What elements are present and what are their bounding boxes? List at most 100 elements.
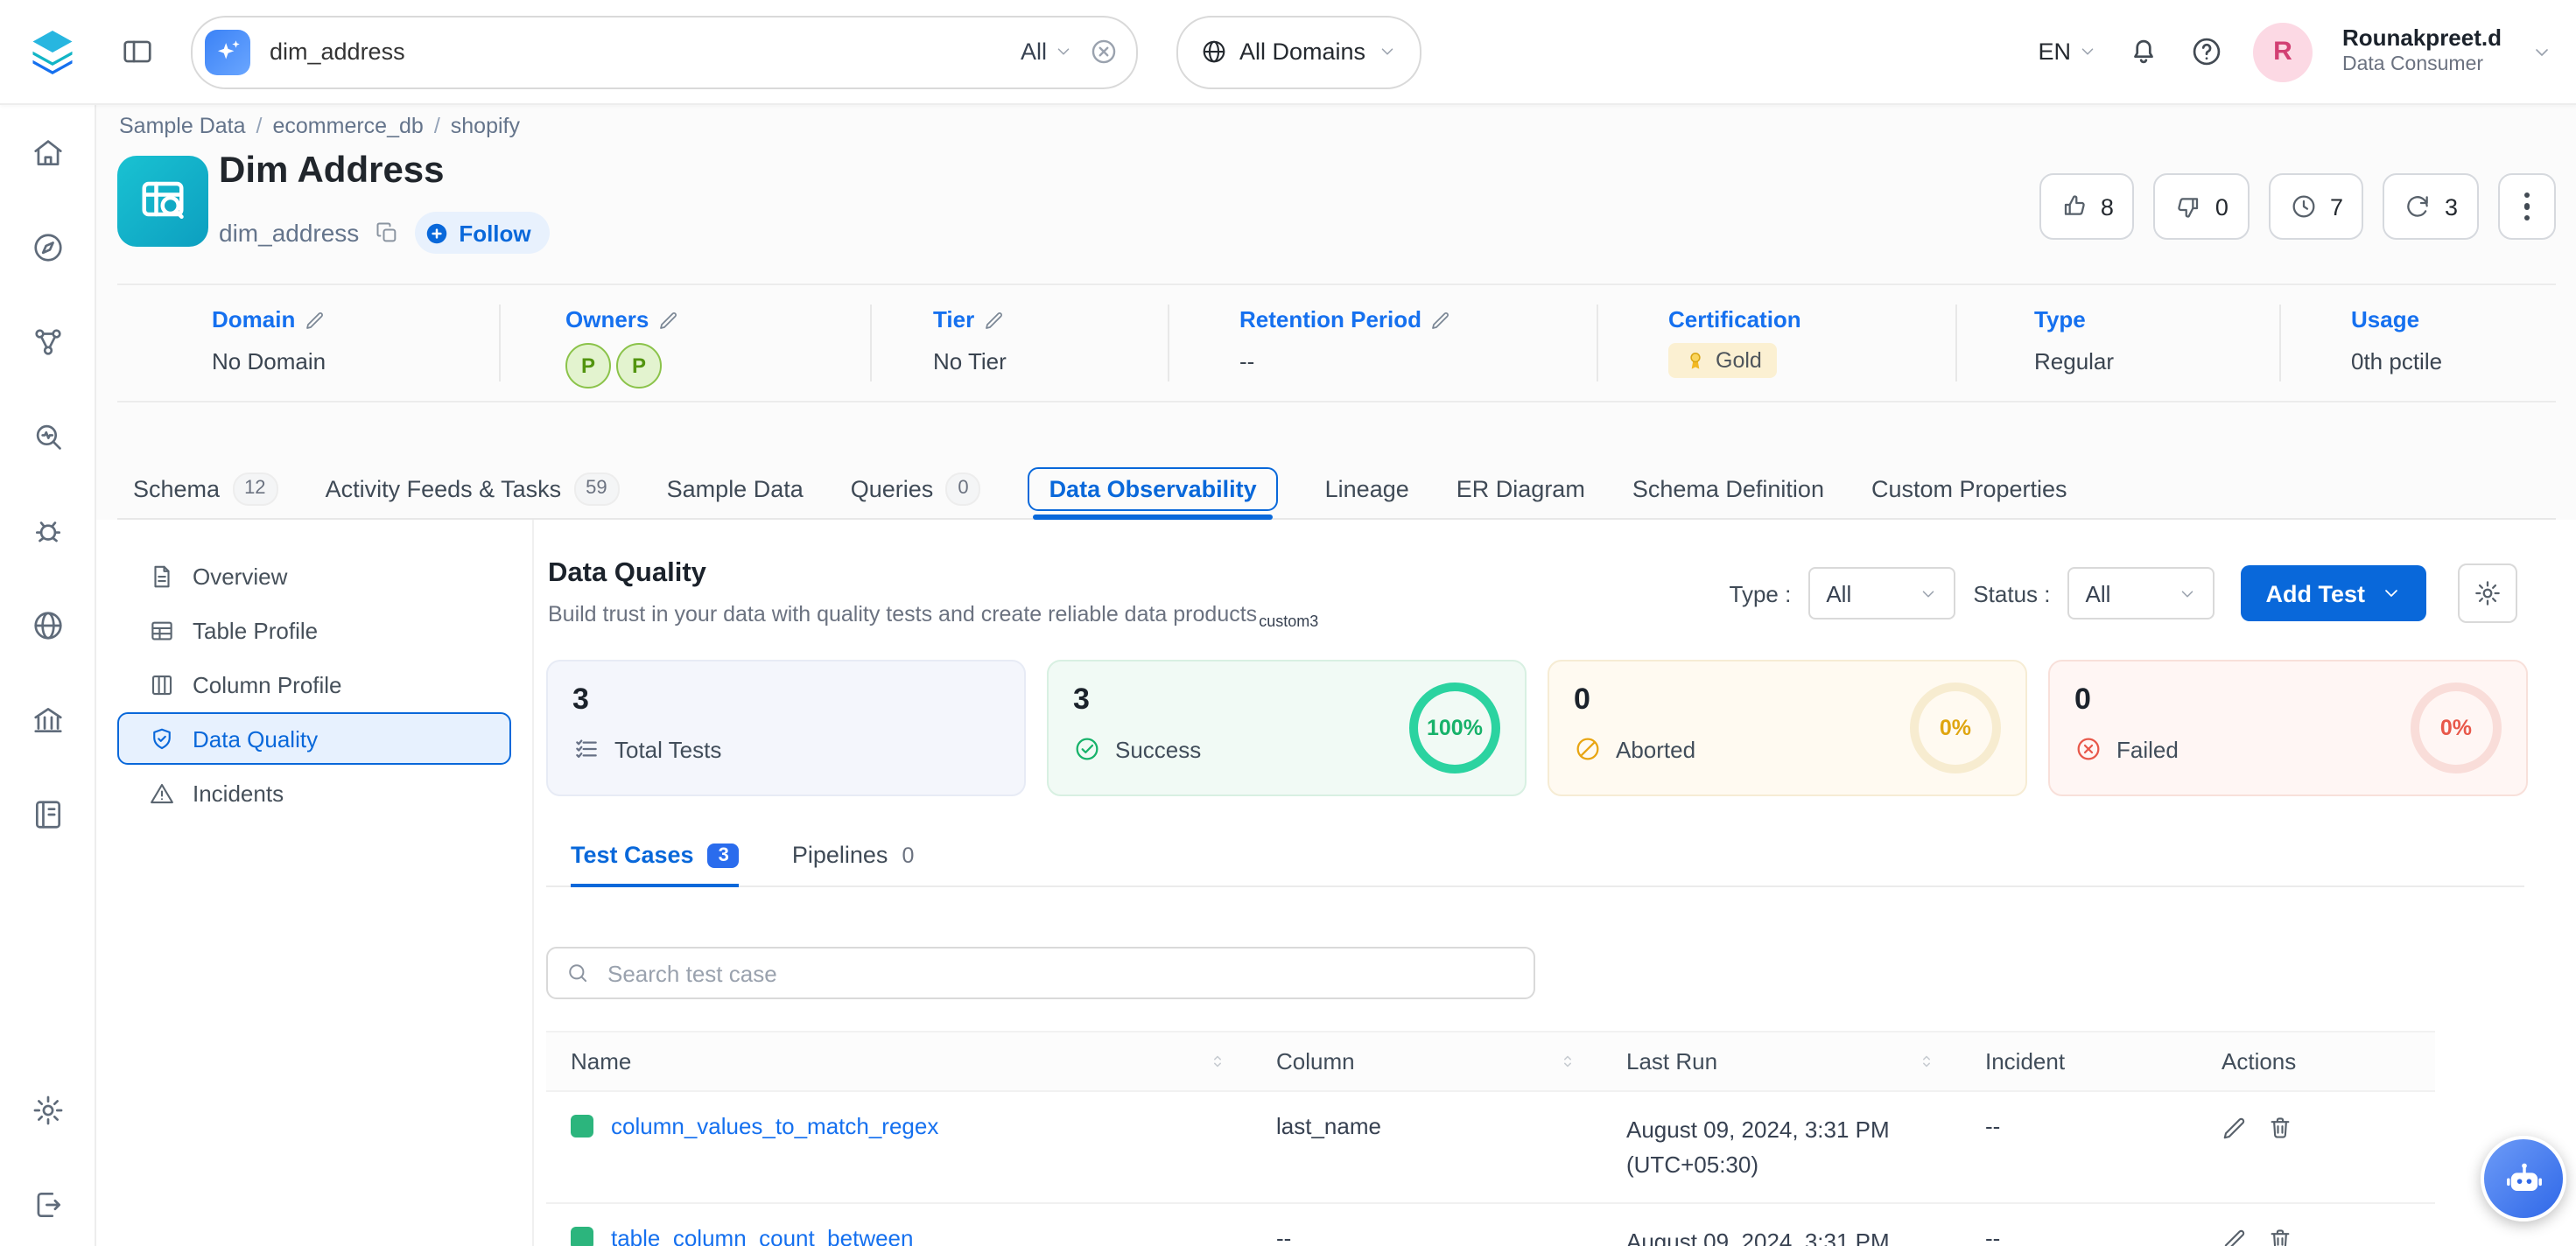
summary-cards: 3 Total Tests 3 Success 100% — [546, 660, 2528, 796]
medal-icon — [1684, 349, 1707, 372]
thumbs-up-icon — [2060, 192, 2088, 220]
type-filter-label: Type : — [1730, 580, 1792, 606]
clock-icon — [2290, 192, 2318, 220]
type-filter-select[interactable]: All — [1808, 567, 1955, 620]
tab-lineage[interactable]: Lineage — [1325, 476, 1409, 502]
tab-schema-definition[interactable]: Schema Definition — [1632, 476, 1824, 502]
nav-insights-icon[interactable] — [18, 500, 77, 560]
sort-icon[interactable] — [1208, 1052, 1227, 1071]
tab-custom-properties[interactable]: Custom Properties — [1871, 476, 2067, 502]
help-icon[interactable] — [2190, 35, 2223, 68]
kebab-icon — [2524, 192, 2530, 221]
breadcrumb-item[interactable]: ecommerce_db — [273, 114, 424, 138]
breadcrumb-item[interactable]: Sample Data — [119, 114, 246, 138]
certification-badge: Gold — [1668, 343, 1778, 378]
nav-knowledge-icon[interactable] — [18, 784, 77, 844]
test-case-link[interactable]: column_values_to_match_regex — [611, 1113, 938, 1139]
domains-dropdown[interactable]: All Domains — [1176, 15, 1421, 88]
upvote-button[interactable]: 8 — [2039, 173, 2135, 240]
nav-observability-icon[interactable] — [18, 406, 77, 466]
more-options-button[interactable] — [2498, 173, 2556, 240]
aborted-card: 0 Aborted 0% — [1548, 660, 2027, 796]
warning-icon — [149, 780, 175, 806]
tab-data-observability[interactable]: Data Observability — [1028, 467, 1278, 511]
table-row: table_column_count_between -- August 09,… — [546, 1204, 2435, 1246]
edit-retention-icon[interactable] — [1430, 309, 1451, 330]
global-search[interactable]: All — [191, 15, 1138, 88]
user-avatar[interactable]: R — [2253, 22, 2313, 81]
search-scope-dropdown[interactable]: All — [1021, 38, 1073, 65]
test-cases-table: Name Column Last Run Incident Actions co… — [546, 1031, 2435, 1246]
chatbot-button[interactable] — [2481, 1136, 2566, 1222]
edit-tier-icon[interactable] — [983, 309, 1004, 330]
edit-icon[interactable] — [2222, 1115, 2248, 1141]
nav-marketplace-icon[interactable] — [18, 690, 77, 749]
app-logo-icon[interactable] — [23, 22, 82, 81]
incident-cell: -- — [1961, 1204, 2197, 1246]
clear-search-icon[interactable] — [1089, 37, 1119, 66]
version-history-button[interactable]: 7 — [2269, 173, 2364, 240]
domain-column: Domain No Domain — [212, 306, 326, 374]
search-input[interactable] — [266, 37, 1005, 66]
nav-govern-icon[interactable] — [18, 312, 77, 371]
downvote-button[interactable]: 0 — [2154, 173, 2250, 240]
tab-sample-data[interactable]: Sample Data — [667, 476, 804, 502]
observability-subnav: Overview Table Profile Column Profile Da… — [96, 520, 534, 1246]
owner-avatar[interactable]: P — [616, 343, 662, 388]
settings-gear-icon[interactable] — [18, 1080, 77, 1139]
test-case-link[interactable]: table_column_count_between — [611, 1225, 914, 1246]
quality-settings-button[interactable] — [2458, 564, 2517, 623]
sort-icon[interactable] — [1917, 1052, 1936, 1071]
x-circle-icon — [2074, 735, 2102, 763]
subnav-column-profile[interactable]: Column Profile — [117, 658, 511, 710]
edit-domain-icon[interactable] — [304, 309, 325, 330]
owner-avatar[interactable]: P — [565, 343, 611, 388]
tab-test-cases[interactable]: Test Cases 3 — [571, 842, 740, 868]
ai-sparkle-icon[interactable] — [205, 29, 250, 74]
tab-er-diagram[interactable]: ER Diagram — [1456, 476, 1585, 502]
success-percent-ring: 100% — [1409, 682, 1500, 774]
columns-icon — [149, 671, 175, 697]
last-run-cell: August 09, 2024, 3:31 PM(UTC+05:30) — [1602, 1204, 1961, 1246]
user-menu[interactable]: Rounakpreet.d Data Consumer — [2342, 24, 2502, 78]
status-filter-select[interactable]: All — [2068, 567, 2215, 620]
edit-owners-icon[interactable] — [657, 309, 678, 330]
status-success-indicator — [571, 1227, 593, 1246]
add-test-button[interactable]: Add Test — [2242, 565, 2427, 621]
user-menu-chevron-icon[interactable] — [2531, 41, 2552, 62]
nav-home-icon[interactable] — [18, 122, 77, 182]
tab-schema[interactable]: Schema12 — [133, 472, 278, 506]
test-case-search[interactable] — [546, 947, 1535, 999]
language-dropdown[interactable]: EN — [2038, 38, 2097, 65]
edit-icon[interactable] — [2222, 1227, 2248, 1246]
test-case-search-input[interactable] — [604, 958, 1516, 988]
follow-button[interactable]: Follow — [415, 212, 550, 254]
sidebar-toggle-icon[interactable] — [121, 35, 154, 68]
nav-explore-icon[interactable] — [18, 217, 77, 276]
subnav-data-quality[interactable]: Data Quality — [117, 712, 511, 765]
delete-icon[interactable] — [2267, 1227, 2293, 1246]
subnav-overview[interactable]: Overview — [117, 550, 511, 602]
subnav-table-profile[interactable]: Table Profile — [117, 604, 511, 656]
quality-inner-tabs: Test Cases 3 Pipelines 0 — [546, 842, 2524, 887]
type-column: Type Regular — [2034, 306, 2114, 374]
tab-queries[interactable]: Queries0 — [851, 472, 981, 506]
nav-domains-icon[interactable] — [18, 595, 77, 654]
tab-pipelines[interactable]: Pipelines 0 — [792, 842, 915, 868]
refresh-count-button[interactable]: 3 — [2383, 173, 2479, 240]
domains-dropdown-label: All Domains — [1239, 38, 1365, 65]
tab-activity-feeds[interactable]: Activity Feeds & Tasks59 — [326, 472, 620, 506]
table-icon — [149, 617, 175, 643]
logout-icon[interactable] — [18, 1174, 77, 1234]
breadcrumb-item[interactable]: shopify — [451, 114, 520, 138]
pipelines-count: 0 — [902, 843, 914, 867]
notifications-bell-icon[interactable] — [2127, 35, 2160, 68]
sort-icon[interactable] — [1558, 1052, 1577, 1071]
copy-icon[interactable] — [375, 220, 399, 245]
delete-icon[interactable] — [2267, 1115, 2293, 1141]
user-name: Rounakpreet.d — [2342, 24, 2502, 53]
incident-cell: -- — [1961, 1092, 2197, 1202]
subnav-incidents[interactable]: Incidents — [117, 766, 511, 819]
slash-circle-icon — [1574, 735, 1602, 763]
last-run-cell: August 09, 2024, 3:31 PM(UTC+05:30) — [1602, 1092, 1961, 1202]
